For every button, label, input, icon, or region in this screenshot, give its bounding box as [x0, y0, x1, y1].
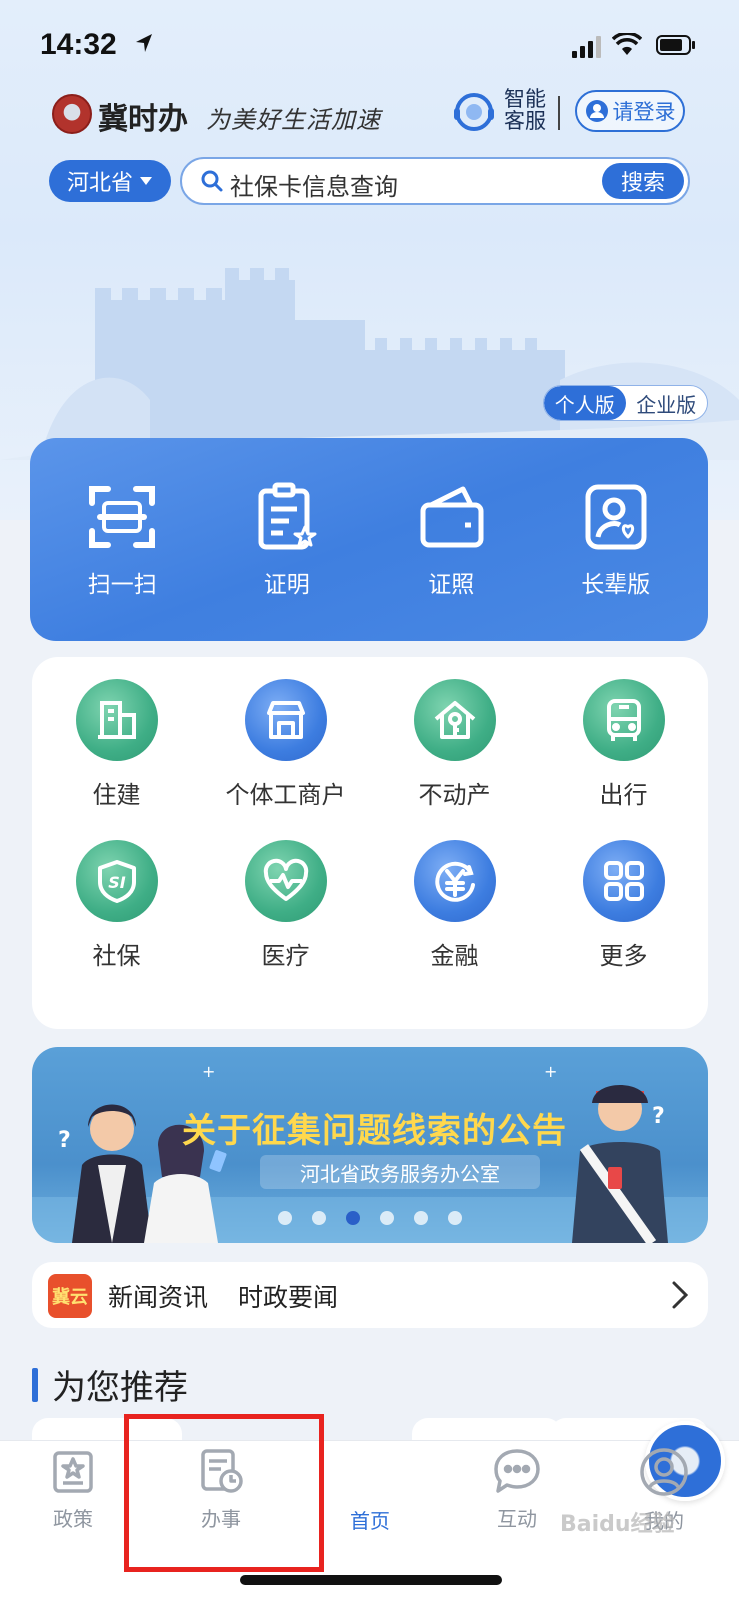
- baidu-watermark: Baidu经验: [560, 1512, 675, 1537]
- svg-text:+: +: [202, 1062, 215, 1081]
- section-accent-bar: [32, 1368, 38, 1402]
- service-label: 出行: [599, 781, 648, 809]
- tab-home[interactable]: 首页: [315, 1421, 725, 1534]
- battery-icon: [656, 35, 695, 55]
- user-icon: [585, 100, 608, 122]
- bus-icon: [582, 679, 665, 761]
- wifi-icon: [612, 33, 642, 55]
- quick-action-license[interactable]: 证照: [376, 481, 526, 599]
- tab-interaction[interactable]: 互动: [462, 1447, 572, 1532]
- announcement-banner[interactable]: ? ? + + 关于征集问题线索的公告 河北省政务服务办公室: [32, 1047, 708, 1243]
- home-indicator[interactable]: [240, 1575, 502, 1585]
- service-label: 住建: [92, 781, 141, 809]
- login-button[interactable]: 请登录: [575, 90, 685, 132]
- banner-title: 关于征集问题线索的公告: [182, 1111, 567, 1151]
- quick-action-certificate[interactable]: 证明: [212, 481, 362, 599]
- quick-actions-card: 扫一扫 证明 证照 长辈版: [30, 438, 708, 641]
- svg-text:SI: SI: [108, 873, 126, 892]
- chevron-right-icon[interactable]: [670, 1280, 690, 1310]
- service-housing[interactable]: 住建: [32, 679, 201, 810]
- service-transport[interactable]: 出行: [539, 679, 708, 810]
- quick-action-elder-mode[interactable]: 长辈版: [541, 481, 691, 599]
- shop-icon: [244, 679, 327, 761]
- profile-icon: [640, 1448, 688, 1496]
- status-time: 14:32: [40, 28, 117, 61]
- app-slogan: 为美好生活加速: [206, 106, 381, 134]
- elder-icon: [585, 484, 647, 549]
- policy-icon: [53, 1451, 93, 1493]
- certificate-icon: [258, 482, 317, 549]
- tab-label: 首页: [350, 1509, 390, 1533]
- app-name: 冀时办: [98, 102, 188, 137]
- service-label: 不动产: [418, 781, 491, 809]
- app-logo-icon: [52, 94, 92, 134]
- services-card: 住建 个体工商户 不动产 出行 SI 社保 医疗 金融 更多: [32, 657, 708, 1029]
- personal-version-option[interactable]: 个人版: [544, 386, 626, 420]
- service-more[interactable]: 更多: [539, 840, 708, 971]
- service-real-estate[interactable]: 不动产: [370, 679, 539, 810]
- service-finance[interactable]: 金融: [370, 840, 539, 971]
- search-icon: [201, 170, 223, 192]
- enterprise-version-option[interactable]: 企业版: [626, 386, 708, 420]
- service-label: 金融: [430, 942, 479, 970]
- news-row[interactable]: 冀云 新闻资讯 时政要闻: [32, 1262, 708, 1328]
- jiyun-badge: 冀云: [48, 1274, 92, 1318]
- svg-text:+: +: [544, 1062, 557, 1081]
- highlight-box: [124, 1414, 324, 1572]
- service-medical[interactable]: 医疗: [201, 840, 370, 971]
- service-social-security[interactable]: SI 社保: [32, 840, 201, 971]
- building-icon: [75, 679, 158, 761]
- carousel-dot[interactable]: [414, 1211, 428, 1225]
- recommend-title: 为您推荐: [52, 1368, 188, 1408]
- tab-label: 政策: [53, 1507, 93, 1531]
- news-item-2[interactable]: 时政要闻: [238, 1278, 338, 1314]
- quick-action-label: 证照: [428, 571, 475, 598]
- customer-service-label[interactable]: 智能客服: [504, 88, 552, 132]
- tab-label: 互动: [497, 1507, 537, 1531]
- great-wall-illustration: [0, 268, 739, 460]
- carousel-dot[interactable]: [448, 1211, 462, 1225]
- version-toggle[interactable]: 个人版 企业版: [543, 385, 708, 421]
- service-label: 社保: [92, 942, 141, 970]
- banner-subtitle: 河北省政务服务办公室: [260, 1155, 540, 1189]
- search-button[interactable]: 搜索: [602, 163, 684, 199]
- carousel-dot-active[interactable]: [346, 1211, 360, 1225]
- province-selector[interactable]: 河北省: [49, 160, 171, 202]
- customer-service-icon[interactable]: [452, 90, 496, 134]
- location-arrow-icon: [136, 34, 152, 52]
- quick-action-label: 扫一扫: [87, 571, 157, 598]
- heart-pulse-icon: [244, 840, 327, 922]
- scan-icon: [89, 485, 156, 548]
- cellular-signal-icon: [572, 36, 601, 58]
- app-header: 冀时办 为美好生活加速 智能客服 请登录: [0, 88, 739, 144]
- news-item-1[interactable]: 新闻资讯: [108, 1278, 208, 1314]
- province-label: 河北省: [66, 171, 133, 196]
- grid-icon: [582, 840, 665, 922]
- search-input[interactable]: 社保卡信息查询 搜索: [180, 157, 690, 205]
- carousel-dot[interactable]: [312, 1211, 326, 1225]
- service-label: 个体工商户: [225, 781, 346, 809]
- yuan-icon: [413, 840, 496, 922]
- tab-policy[interactable]: 政策: [18, 1447, 128, 1532]
- carousel-dot[interactable]: [278, 1211, 292, 1225]
- login-label: 请登录: [612, 100, 676, 124]
- quick-action-label: 长辈版: [581, 571, 651, 598]
- svg-text:?: ?: [58, 1128, 71, 1153]
- carousel-dot[interactable]: [380, 1211, 394, 1225]
- svg-text:?: ?: [652, 1104, 665, 1129]
- wallet-icon: [420, 486, 484, 547]
- house-key-icon: [413, 679, 496, 761]
- status-bar: 14:32: [0, 0, 739, 90]
- service-label: 医疗: [261, 942, 310, 970]
- search-query: 社保卡信息查询: [230, 173, 398, 201]
- chat-icon: [494, 1449, 540, 1493]
- quick-action-label: 证明: [263, 571, 310, 598]
- service-business[interactable]: 个体工商户: [201, 679, 370, 810]
- service-label: 更多: [599, 942, 648, 970]
- dropdown-triangle-icon: [140, 177, 152, 185]
- header-divider: [558, 96, 560, 130]
- quick-action-scan[interactable]: 扫一扫: [47, 481, 197, 599]
- carousel-dots: [278, 1211, 462, 1225]
- social-security-icon: SI: [75, 840, 158, 922]
